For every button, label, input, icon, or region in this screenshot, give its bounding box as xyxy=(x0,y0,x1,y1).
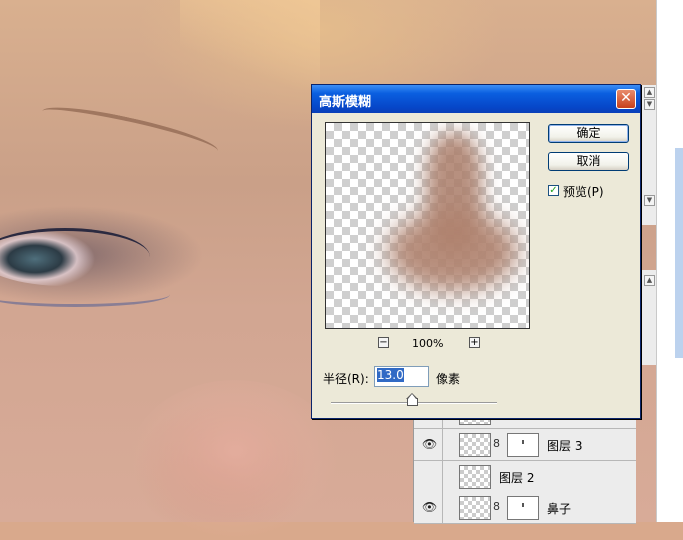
layer-visibility-toggle[interactable]: 👁 xyxy=(414,492,443,523)
preview-checkbox[interactable]: ✓ xyxy=(548,185,559,196)
check-icon: ✓ xyxy=(549,185,558,196)
photo-nose xyxy=(130,380,340,540)
layer-mask-thumbnail[interactable] xyxy=(507,496,539,520)
eye-icon: 👁 xyxy=(422,500,438,514)
cancel-button[interactable]: 取消 xyxy=(548,152,629,171)
scrollbar-thumb[interactable] xyxy=(675,148,683,358)
link-icon[interactable]: 8 xyxy=(493,500,500,513)
layer-row[interactable]: 👁 8 鼻子 xyxy=(414,492,636,524)
dialog-title: 高斯模糊 xyxy=(319,95,372,110)
right-scroll-strip xyxy=(656,0,683,522)
photo-lower-lid xyxy=(0,282,170,307)
eye-icon: 👁 xyxy=(422,437,438,451)
photo-hair xyxy=(180,0,320,90)
layer-row[interactable]: 👁 8 图层 3 xyxy=(414,429,636,461)
layer-thumbnail xyxy=(459,433,491,457)
radius-input[interactable]: 13.0 xyxy=(374,366,429,387)
scroll-down-icon[interactable]: ▼ xyxy=(644,195,655,206)
close-icon[interactable]: ✕ xyxy=(616,89,636,109)
layer-mask-thumbnail[interactable] xyxy=(507,433,539,457)
scroll-up-icon[interactable]: ▲ xyxy=(644,87,655,98)
preview-label: 预览(P) xyxy=(563,185,604,199)
gaussian-blur-dialog: 高斯模糊 ✕ − 100% + 确定 取消 ✓ 预览(P) 半径(R): 13.… xyxy=(311,84,641,419)
layer-row[interactable]: 图层 2 xyxy=(414,461,636,493)
layer-name: 图层 2 xyxy=(499,471,535,485)
radius-label: 半径(R): xyxy=(323,372,369,386)
filter-preview[interactable] xyxy=(325,122,530,329)
layer-name: 鼻子 xyxy=(547,502,572,516)
layer-thumbnail xyxy=(459,496,491,520)
scroll-down-icon[interactable]: ▼ xyxy=(644,99,655,110)
zoom-out-button[interactable]: − xyxy=(378,337,389,348)
preview-blur-shape xyxy=(388,211,518,291)
unit-label: 像素 xyxy=(436,372,461,386)
layer-name: 图层 3 xyxy=(547,439,583,453)
zoom-in-button[interactable]: + xyxy=(469,337,480,348)
photo-eye xyxy=(0,228,150,286)
photo-eyebrow xyxy=(39,99,221,163)
panel-edge-top: ▲ ▼ ▼ xyxy=(640,85,657,225)
link-icon[interactable]: 8 xyxy=(493,437,500,450)
ok-button[interactable]: 确定 xyxy=(548,124,629,143)
layer-visibility-toggle[interactable]: 👁 xyxy=(414,429,443,460)
panel-edge-middle: ▲ xyxy=(640,270,657,365)
dialog-titlebar[interactable]: 高斯模糊 ✕ xyxy=(312,85,640,113)
zoom-level: 100% xyxy=(412,337,444,350)
radius-value: 13.0 xyxy=(377,368,404,382)
layers-panel: 图层 4 👁 8 图层 3 图层 2 👁 8 鼻子 xyxy=(413,397,636,524)
scroll-up-icon[interactable]: ▲ xyxy=(644,275,655,286)
layer-visibility-toggle[interactable] xyxy=(414,461,443,492)
layer-thumbnail xyxy=(459,465,491,489)
